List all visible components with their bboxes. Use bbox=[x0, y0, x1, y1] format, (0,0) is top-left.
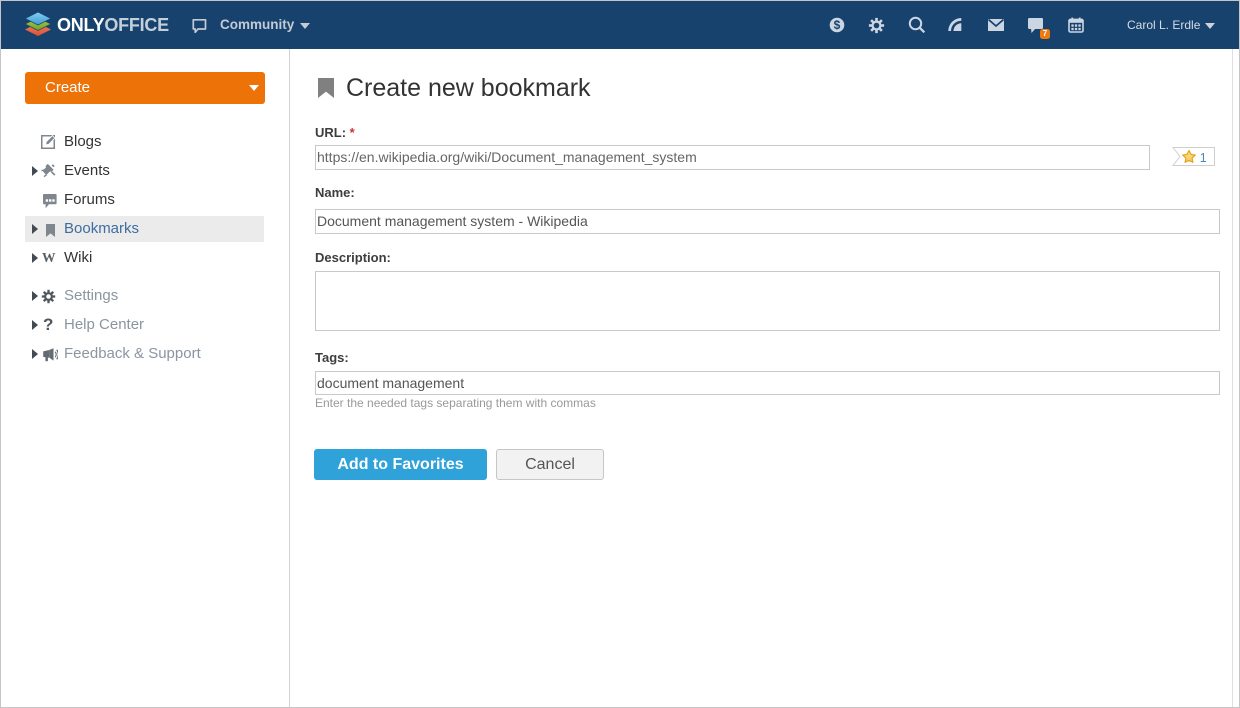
svg-text:1: 1 bbox=[1200, 151, 1207, 165]
svg-text:$: $ bbox=[834, 18, 841, 32]
